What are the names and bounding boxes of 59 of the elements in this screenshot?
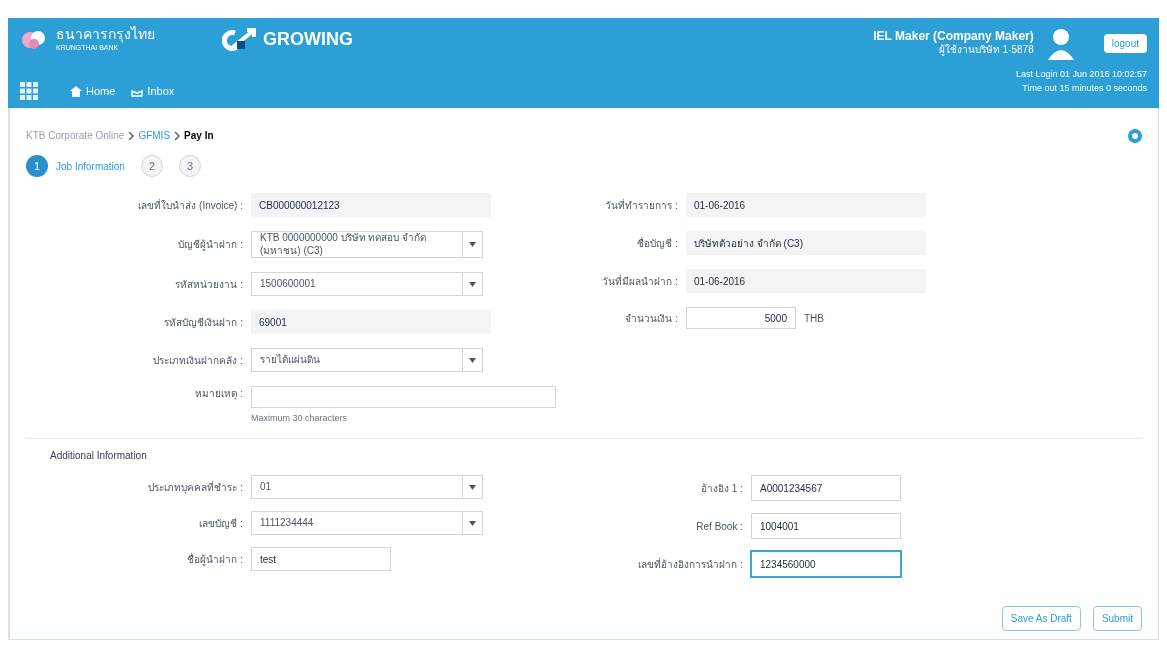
caret-icon [469,242,476,247]
field-label: Ref Book : [695,519,744,534]
dropdown[interactable]: 01 [251,475,483,499]
field-label: รหัสบัญชีเงินฝาก : [163,315,244,330]
help-icon[interactable] [1128,128,1142,143]
field-label: เลขบัญชี : [198,516,244,531]
chevron-icon [128,131,135,140]
field-label: บัญชีผู้นำฝาก : [177,238,244,252]
readonly-field: CB000000012123 [251,193,491,217]
step-number: 3 [178,155,201,177]
caret-icon [469,281,476,287]
growing-logo-icon [219,26,259,53]
dropdown[interactable]: KTB 0000000000 บริษัท ทดสอบ จำกัด (มหาชน) (C3) [251,231,483,258]
input-field[interactable] [251,386,556,408]
caret-icon [469,357,476,363]
caret-icon [469,484,476,490]
step-number: 1 [26,155,48,177]
input-field[interactable]: 5000 [686,307,796,329]
currency-label: THB [804,311,824,326]
field-label: หมายเหตุ : [194,387,244,401]
field-label: อ้างอิง 1 : [700,481,744,496]
field-label: วันที่ทำรายการ : [604,197,679,213]
timeout-text: Time out 15 minutes 0 seconds [1022,81,1147,95]
help-text: Maximum 30 characters [251,412,349,425]
chevron-icon [174,131,181,140]
input-field[interactable]: A0001234567 [751,475,901,501]
step-label: Job Information [56,159,125,174]
field-label: จำนวนเงิน : [624,311,679,326]
breadcrumb-item: Pay In [184,129,214,143]
input-field[interactable]: test [251,547,391,571]
readonly-field: 01-06-2016 [686,193,926,217]
readonly-field: 69001 [251,310,491,334]
input-field[interactable]: 1004001 [751,513,901,539]
user-avatar-icon [1045,26,1076,60]
field-label: ชื่อบัญชี : [636,235,679,251]
field-label: เลขที่ใบนำส่ง (Invoice) : [137,197,244,213]
user-company: ผู้ใช้งานบริษัท 1-5878 [938,44,1034,57]
dropdown[interactable]: 1111234444 [251,511,483,535]
bank-name: ธนาคารกรุงไทย [56,26,155,44]
product-name: GROWING [263,28,353,51]
field-label: ชื่อผู้นำฝาก : [186,551,244,567]
caret-icon [469,520,476,526]
readonly-field: บริษัทตัวอย่าง จำกัด (C3) [686,231,926,255]
readonly-field: 01-06-2016 [686,269,926,293]
field-label: ประเภทเงินฝากคลัง : [152,353,244,368]
field-label: ประเภทบุคคลที่ชำระ : [147,479,244,495]
user-name: IEL Maker (Company Maker) [873,29,1034,44]
grid-menu-icon[interactable] [20,82,38,100]
field-label: เลขที่อ้างอิงการนำฝาก : [637,556,744,572]
step-number: 2 [140,155,163,177]
home-icon [70,85,82,97]
dropdown[interactable]: 1500600001 [251,272,483,296]
last-login-text: Last Login 01 Jun 2016 10:02:57 [1015,68,1147,81]
section-title: Additional Information [50,449,147,461]
input-field[interactable]: 1234560000 [751,551,901,577]
dropdown[interactable]: รายได้แผ่นดิน [251,348,483,372]
breadcrumb-item: KTB Corporate Online [26,129,125,143]
field-label: วันที่มีผลนำฝาก : [601,273,679,289]
field-label: รหัสหน่วยงาน : [174,277,244,292]
